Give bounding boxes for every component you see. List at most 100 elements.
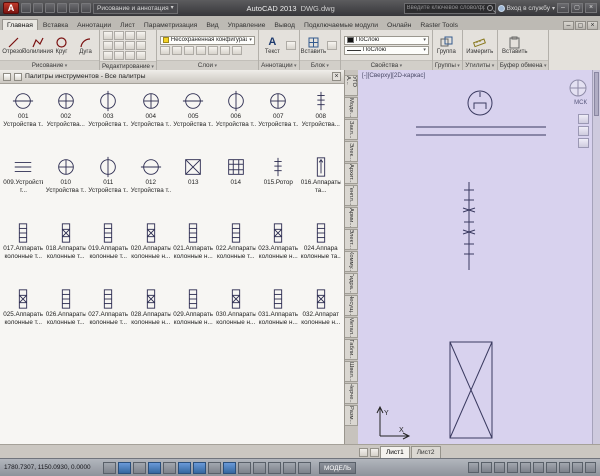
palette-tool[interactable]: 029.Аппаратыколонные н...	[172, 284, 215, 350]
osnap-toggle[interactable]	[178, 462, 191, 474]
annotation-scale-icon[interactable]	[546, 462, 557, 473]
close-button[interactable]	[585, 3, 597, 13]
panel-label[interactable]: Свойства	[341, 60, 432, 70]
doc-minimize-button[interactable]	[563, 21, 574, 30]
color-dropdown[interactable]: ПоСлою	[344, 36, 429, 45]
grid-toggle[interactable]	[133, 462, 146, 474]
group-button[interactable]: Группа	[436, 36, 457, 55]
explode-icon[interactable]	[136, 51, 146, 60]
palette-tab[interactable]: Гидра...	[345, 273, 358, 294]
palette-close-icon[interactable]: ×	[332, 72, 341, 81]
new-file-icon[interactable]	[21, 3, 31, 13]
pan-icon[interactable]	[578, 114, 589, 124]
layer-off-icon[interactable]	[172, 46, 182, 55]
quick-properties-toggle[interactable]	[268, 462, 281, 474]
palette-tab[interactable]: Метал...	[345, 317, 358, 338]
search-input[interactable]: Введите ключевое слово/фразу	[404, 3, 496, 14]
palette-tool[interactable]: 023.Аппаратыколонные н...	[257, 218, 300, 284]
steering-wheel-icon[interactable]	[578, 138, 589, 148]
palette-tool[interactable]: 012Устройства т...	[130, 152, 173, 218]
copy-icon[interactable]	[114, 31, 124, 40]
fullscreen-icon[interactable]	[585, 462, 596, 473]
palette-tab[interactable]: Швел...	[345, 361, 358, 382]
panel-label[interactable]: Буфер обмена	[498, 60, 549, 70]
offset-icon[interactable]	[125, 51, 135, 60]
signin-button[interactable]: Вход в службу	[498, 5, 555, 12]
palette-tab[interactable]: Несущ...	[345, 295, 358, 316]
panel-label[interactable]: Группы	[433, 60, 462, 70]
palette-tab[interactable]: Комму...	[345, 251, 358, 272]
palette-tool[interactable]: 014	[215, 152, 258, 218]
doc-close-button[interactable]	[587, 21, 598, 30]
palette-tool[interactable]: 030.Аппаратыколонные н...	[215, 284, 258, 350]
zoom-icon[interactable]	[578, 126, 589, 136]
rotate-icon[interactable]	[125, 31, 135, 40]
layer-freeze-icon[interactable]	[196, 46, 206, 55]
palette-tool[interactable]: 008Устройства...	[300, 86, 343, 152]
palette-tab[interactable]: УГО А...	[345, 75, 358, 96]
ribbon-tab[interactable]: Подключаемые модули	[300, 20, 382, 30]
lineweight-toggle[interactable]	[238, 462, 251, 474]
tool-palette-header[interactable]: Палитры инструментов - Все палитры ×	[0, 70, 344, 84]
plot-icon[interactable]	[81, 3, 91, 13]
layer-properties-icon[interactable]	[160, 46, 170, 55]
undo-icon[interactable]	[57, 3, 67, 13]
wcs-dropdown[interactable]: МСК	[574, 100, 587, 106]
text-tool-button[interactable]: A Текст	[262, 36, 283, 55]
palette-tool[interactable]: 021.Аппаратыколонные н...	[172, 218, 215, 284]
palette-tool[interactable]: 009.Устройствт...	[2, 152, 45, 218]
panel-label[interactable]: Блок	[300, 60, 340, 70]
doc-restore-button[interactable]	[575, 21, 586, 30]
palette-tool[interactable]: 026.Аппаратыколонные т...	[45, 284, 88, 350]
ribbon-tab[interactable]: Параметризация	[140, 20, 201, 30]
erase-icon[interactable]	[114, 51, 124, 60]
dimension-icon[interactable]	[286, 41, 296, 50]
drawing-canvas[interactable]: [-][Сверху][2D-каркас]	[358, 70, 600, 444]
mirror-icon[interactable]	[136, 31, 146, 40]
layer-prev-icon[interactable]	[232, 46, 242, 55]
palette-tool[interactable]: 006Устройства т...	[215, 86, 258, 152]
layout-tab[interactable]: Лист2	[411, 446, 441, 458]
save-icon[interactable]	[45, 3, 55, 13]
ribbon-tab[interactable]: Онлайн	[383, 20, 415, 30]
layout-list-icon[interactable]	[370, 448, 379, 457]
move-icon[interactable]	[103, 31, 113, 40]
palette-tab[interactable]: Закл...	[345, 119, 358, 140]
draw-tool-button[interactable]: Полилиния	[27, 36, 48, 55]
palette-tool[interactable]: 019.Аппаратыколонные т...	[87, 218, 130, 284]
panel-label[interactable]: Утилиты	[463, 60, 497, 70]
palette-tab[interactable]: Разм...	[345, 405, 358, 426]
scrollbar-thumb[interactable]	[594, 72, 599, 116]
layer-lock-icon[interactable]	[208, 46, 218, 55]
palette-tool[interactable]: 005Устройства т...	[172, 86, 215, 152]
search-icon[interactable]	[487, 5, 493, 11]
steering-wheel-icon[interactable]	[520, 462, 531, 473]
palette-tab[interactable]: Черче...	[345, 383, 358, 404]
ribbon-tab[interactable]: Аннотации	[73, 20, 115, 30]
palette-tab[interactable]: Генпл...	[345, 185, 358, 206]
otrack-toggle[interactable]	[193, 462, 206, 474]
palette-tool[interactable]: 003Устройства т...	[87, 86, 130, 152]
open-file-icon[interactable]	[33, 3, 43, 13]
selection-cycling-toggle[interactable]	[283, 462, 296, 474]
palette-tool[interactable]: 022.Аппаратыколонные т...	[215, 218, 258, 284]
insert-block-button[interactable]: Вставить	[303, 36, 324, 55]
linetype-dropdown[interactable]: ПоСлою	[344, 46, 429, 55]
paste-button[interactable]: Вставить	[501, 36, 529, 55]
ribbon-tab[interactable]: Raster Tools	[416, 20, 462, 30]
layout-tab[interactable]: Лист1	[380, 446, 410, 458]
palette-tool[interactable]: 007Устройства т...	[257, 86, 300, 152]
measure-button[interactable]: Измерить	[466, 36, 494, 55]
palette-tool[interactable]: 015.Ротор	[257, 152, 300, 218]
palette-tool[interactable]: 027.Аппаратыколонные т...	[87, 284, 130, 350]
palette-tool[interactable]: 028.Аппаратыколонные н...	[130, 284, 173, 350]
annotation-monitor-toggle[interactable]	[298, 462, 311, 474]
palette-tool[interactable]: 016.Аппаратыта...	[300, 152, 343, 218]
palette-autohide-icon[interactable]	[14, 73, 22, 81]
fillet-icon[interactable]	[114, 41, 124, 50]
palette-tab[interactable]: Моде...	[345, 97, 358, 118]
transparency-toggle[interactable]	[253, 462, 266, 474]
maximize-button[interactable]	[571, 3, 583, 13]
viewcube-icon[interactable]	[568, 78, 588, 98]
palette-tool[interactable]: 024.Аппараколонные та...	[300, 218, 343, 284]
